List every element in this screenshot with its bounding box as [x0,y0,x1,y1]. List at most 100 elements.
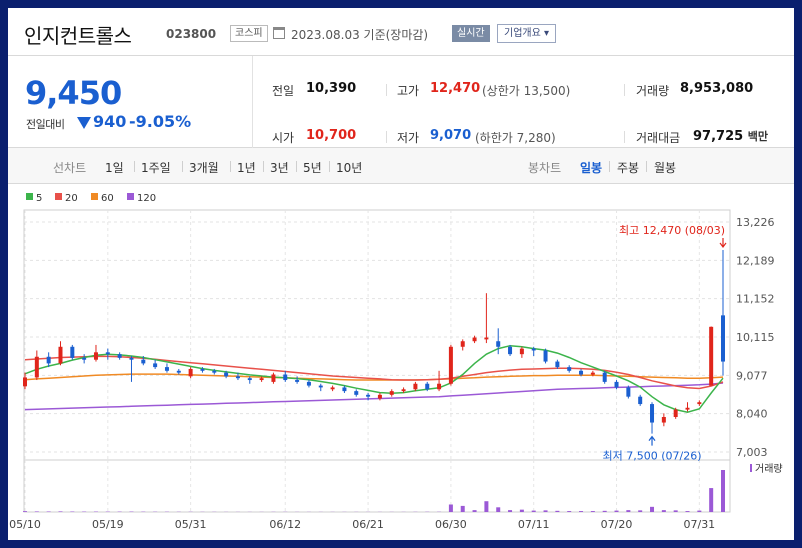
company-overview-dropdown[interactable]: 기업개요 ▾ [497,24,557,43]
candle-body [342,387,347,392]
calendar-icon [273,27,285,39]
candle-body [685,407,690,410]
volume-bar [555,510,560,512]
period-5y[interactable]: 5년 [303,159,322,176]
candle-body [614,381,619,388]
divider [230,161,231,172]
candle-body [200,368,205,371]
candle-body [401,389,406,392]
candle-daily[interactable]: 일봉 [580,159,602,176]
stock-code: 023800 [166,27,217,41]
candle-body [567,367,572,371]
y-tick-label: 7,003 [736,446,768,459]
period-1d[interactable]: 1일 [105,159,124,176]
volume-bar [484,501,489,512]
candle-body [295,380,300,382]
volume-bar [626,510,631,512]
period-1w[interactable]: 1주일 [141,159,171,176]
y-tick-label: 10,115 [736,331,775,344]
legend-label: 120 [137,193,156,204]
high-annotation: 최고 12,470 (08/03) [619,224,725,237]
volume-bar [519,509,524,512]
candle-body [354,391,359,395]
volume-bar [496,507,501,512]
volume-bar [579,511,584,512]
candle-body [141,359,146,364]
candle-body [117,354,122,358]
volume-bar [448,504,453,512]
candle-body [259,378,264,381]
legend-swatch [127,193,134,200]
volume-bar [23,511,27,512]
candle-body [283,374,288,381]
candle-body [590,372,595,375]
candle-body [673,409,678,417]
line-chart-label[interactable]: 선차트 [53,159,86,176]
candle-body [176,370,181,373]
candle-body [602,372,607,382]
divider [252,56,253,148]
change-label: 전일대비 [26,118,65,131]
candle-body [93,352,98,360]
candle-body [389,391,394,395]
candle-body [46,356,51,364]
legend-swatch [91,193,98,200]
prev-close-label: 전일 [272,84,295,98]
period-3m[interactable]: 3개월 [189,159,219,176]
lower-limit: (하한가 7,280) [475,131,556,145]
volume-bar [673,510,678,512]
candle-body [626,387,631,397]
candle-chart-label[interactable]: 봉차트 [528,159,561,176]
candle-body [129,357,134,360]
period-10y[interactable]: 10년 [336,159,362,176]
volume-bar [650,506,655,512]
change-value: 940 [93,112,127,131]
x-tick-label: 06/30 [435,518,467,531]
candle-body [188,368,193,377]
divider [134,161,135,172]
volume-bar [508,510,513,512]
divider [624,84,625,96]
divider [329,161,330,172]
y-tick-label: 11,152 [736,293,775,306]
candle-body [306,381,311,386]
volume-bar [661,510,666,512]
open-value: 10,700 [306,128,357,143]
chart-toolbar: 선차트 1일 1주일 3개월 1년 3년 5년 10년 봉차트 일봉 주봉 월봉 [8,148,794,184]
volume-bar [472,510,477,512]
price-summary: 9,450 전일대비 940 -9.05% 전일 10,390 고가 12,47… [8,56,794,148]
current-price: 9,450 [25,74,122,112]
candle-body [224,372,229,377]
volume-bar [460,505,465,512]
x-tick-label: 06/12 [269,518,301,531]
candle-body [484,337,489,340]
candle-monthly[interactable]: 월봉 [654,159,676,176]
divider [624,131,625,143]
volume-bar [709,488,714,512]
candle-body [318,385,323,388]
y-tick-label: 12,189 [736,254,775,267]
candle-body [70,346,75,358]
period-1y[interactable]: 1년 [237,159,256,176]
candle-body [519,348,524,355]
period-3y[interactable]: 3년 [270,159,289,176]
candle-body [543,350,548,362]
stock-name: 인지컨트롤스 [24,24,132,48]
upper-limit: (상한가 13,500) [482,84,571,98]
divider [182,161,183,172]
candle-body [555,361,560,368]
candle-body [508,346,513,355]
stock-chart-panel: 인지컨트롤스 023800 코스피 2023.08.03 기준(장마감) 실시간… [8,8,794,540]
volume-bar [614,510,619,512]
x-tick-label: 05/10 [9,518,41,531]
candle-body [425,383,430,390]
candle-weekly[interactable]: 주봉 [617,159,639,176]
high-arrow-icon [719,237,727,248]
realtime-button[interactable]: 실시간 [452,25,490,42]
volume-plot-frame [23,459,731,513]
candle-body [579,370,584,375]
chevron-down-icon: ▾ [544,28,550,39]
change-rate: -9.05% [129,112,192,131]
candle-body [697,402,702,405]
high-label: 고가 [397,84,420,98]
